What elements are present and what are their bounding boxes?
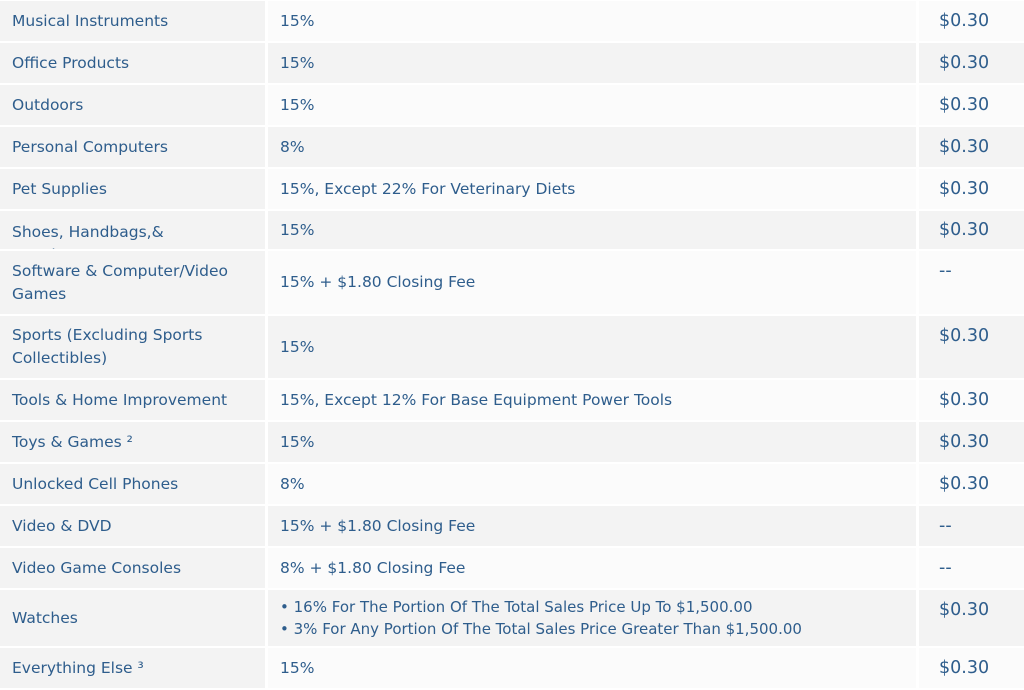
category-cell: Everything Else ³	[0, 648, 265, 688]
fee-cell: 8%	[268, 464, 916, 504]
fee-cell: 15%, Except 22% For Veterinary Diets	[268, 169, 916, 209]
category-cell: Software & Computer/Video Games	[0, 251, 265, 314]
table-row: Video Game Consoles 8% + $1.80 Closing Fe…	[0, 548, 1024, 588]
category-cell: Outdoors	[0, 85, 265, 125]
table-row: Outdoors 15% $0.30	[0, 85, 1024, 125]
closing-fee-cell: --	[919, 506, 1024, 546]
fee-list-item: 3% For Any Portion Of The Total Sales Pr…	[280, 618, 904, 640]
closing-fee-cell: $0.30	[919, 648, 1024, 688]
table-row: Software & Computer/Video Games 15% + $1.…	[0, 251, 1024, 314]
category-cell: Video Game Consoles	[0, 548, 265, 588]
table-row: Shoes, Handbags,& Sunglasses 15%$0.30	[0, 211, 1024, 249]
fee-cell: 15%	[268, 211, 916, 249]
category-text: Shoes, Handbags,& Sunglasses	[12, 223, 164, 249]
fee-cell: 15% + $1.80 Closing Fee	[268, 506, 916, 546]
category-cell: Office Products	[0, 43, 265, 83]
closing-fee-cell: $0.30	[919, 43, 1024, 83]
fee-cell: 16% For The Portion Of The Total Sales P…	[268, 590, 916, 646]
table-row: Tools & Home Improvement 15%, Except 12% …	[0, 380, 1024, 420]
fee-cell: 8% + $1.80 Closing Fee	[268, 548, 916, 588]
category-cell: Sports (Excluding Sports Collectibles)	[0, 316, 265, 378]
fee-cell: 15%	[268, 43, 916, 83]
closing-fee-cell: $0.30	[919, 316, 1024, 378]
fee-cell: 15%, Except 12% For Base Equipment Power…	[268, 380, 916, 420]
fee-cell: 15%	[268, 85, 916, 125]
category-cell: Shoes, Handbags,& Sunglasses	[0, 211, 265, 249]
fee-list-item: 16% For The Portion Of The Total Sales P…	[280, 596, 904, 618]
closing-fee-cell: $0.30	[919, 211, 1024, 249]
category-cell: Video & DVD	[0, 506, 265, 546]
category-cell: Unlocked Cell Phones	[0, 464, 265, 504]
closing-fee-cell: $0.30	[919, 169, 1024, 209]
table-row: Video & DVD 15% + $1.80 Closing Fee --	[0, 506, 1024, 546]
category-cell: Toys & Games ²	[0, 422, 265, 462]
table-row: Toys & Games ² 15% $0.30	[0, 422, 1024, 462]
closing-fee-cell: $0.30	[919, 127, 1024, 167]
category-cell: Tools & Home Improvement	[0, 380, 265, 420]
table-row: Watches 16% For The Portion Of The Total …	[0, 590, 1024, 646]
closing-fee-cell: $0.30	[919, 464, 1024, 504]
category-cell: Pet Supplies	[0, 169, 265, 209]
closing-fee-cell: --	[919, 251, 1024, 314]
closing-fee-cell: $0.30	[919, 422, 1024, 462]
table-row: Personal Computers 8% $0.30	[0, 127, 1024, 167]
closing-fee-cell: --	[919, 548, 1024, 588]
closing-fee-cell: $0.30	[919, 1, 1024, 41]
table-row: Musical Instruments 15% $0.30	[0, 1, 1024, 41]
fee-cell: 15%	[268, 648, 916, 688]
closing-fee-cell: $0.30	[919, 85, 1024, 125]
category-cell: Personal Computers	[0, 127, 265, 167]
category-cell: Musical Instruments	[0, 1, 265, 41]
table-row: Sports (Excluding Sports Collectibles) 15…	[0, 316, 1024, 378]
category-cell: Watches	[0, 590, 265, 646]
closing-fee-cell: $0.30	[919, 590, 1024, 646]
fee-cell: 15%	[268, 316, 916, 378]
table-row: Office Products 15% $0.30	[0, 43, 1024, 83]
fee-cell: 15%	[268, 422, 916, 462]
fee-cell: 15% + $1.80 Closing Fee	[268, 251, 916, 314]
fee-cell: 8%	[268, 127, 916, 167]
table-row: Pet Supplies 15%, Except 22% For Veterina…	[0, 169, 1024, 209]
closing-fee-cell: $0.30	[919, 380, 1024, 420]
referral-fee-table: Musical Instruments 15% $0.30 Office Produc…	[0, 0, 1024, 690]
table-row: Everything Else ³ 15% $0.30	[0, 648, 1024, 688]
table-row: Unlocked Cell Phones 8% $0.30	[0, 464, 1024, 504]
fee-cell: 15%	[268, 1, 916, 41]
